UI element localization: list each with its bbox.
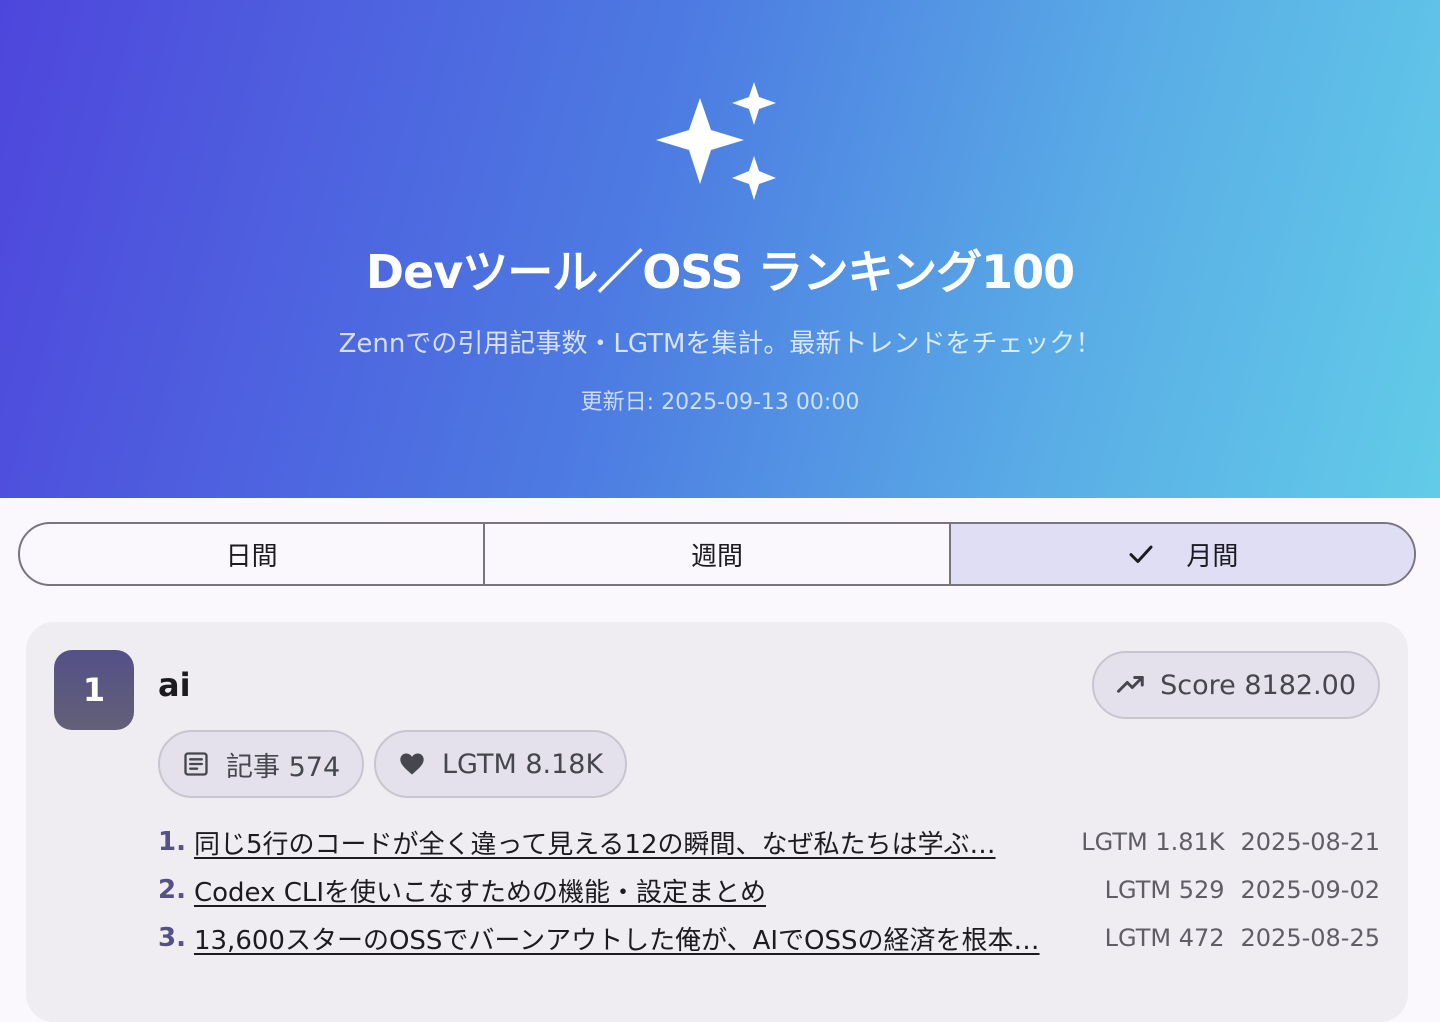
- tab-monthly[interactable]: 月間: [950, 524, 1414, 584]
- article-date: 2025-09-02: [1240, 876, 1380, 904]
- tag-name[interactable]: ai: [158, 662, 191, 708]
- article-lgtm: LGTM 472: [1104, 924, 1225, 952]
- score-chip: Score 8182.00: [1092, 651, 1380, 719]
- updated-date: 更新日: 2025-09-13 00:00: [580, 390, 860, 415]
- article-rank: 2.: [158, 875, 186, 905]
- list-item: 2. Codex CLIを使いこなすための機能・設定まとめ LGTM 529 2…: [158, 866, 1380, 914]
- list-item: 3. 13,600スターのOSSでバーンアウトした俺が、AIでOSSの経済を根本…: [158, 914, 1380, 962]
- article-link[interactable]: 13,600スターのOSSでバーンアウトした俺が、AIでOSSの経済を根本…: [194, 920, 1040, 957]
- articles-count: 記事 574: [226, 751, 341, 783]
- period-tabs: 日間 週間 月間: [18, 522, 1416, 586]
- rank-badge: 1: [54, 650, 134, 730]
- article-link[interactable]: Codex CLIを使いこなすための機能・設定まとめ: [194, 872, 766, 909]
- article-lgtm: LGTM 1.81K: [1081, 828, 1225, 856]
- ranking-card[interactable]: 1 ai Score 8182.00 記事 574 LGTM 8.18K 1. …: [26, 622, 1408, 1022]
- hero-banner: Devツール／OSS ランキング100 Zennでの引用記事数・LGTMを集計。…: [0, 0, 1440, 498]
- score-value: Score 8182.00: [1160, 669, 1356, 701]
- article-rank: 3.: [158, 923, 186, 953]
- article-link[interactable]: 同じ5行のコードが全く違って見える12の瞬間、なぜ私たちは学ぶ…: [194, 824, 996, 861]
- tab-weekly-label: 週間: [690, 541, 743, 572]
- page-title: Devツール／OSS ランキング100: [365, 245, 1075, 299]
- lgtm-chip: LGTM 8.18K: [374, 730, 628, 798]
- sparkles-icon: [656, 82, 776, 200]
- tab-weekly[interactable]: 週間: [485, 524, 951, 584]
- lgtm-count: LGTM 8.18K: [442, 748, 604, 780]
- check-icon: [1129, 545, 1153, 563]
- trending-up-icon: [1117, 676, 1144, 693]
- tab-daily-label: 日間: [225, 541, 278, 572]
- heart-icon: [400, 753, 424, 775]
- tab-monthly-label: 月間: [1186, 541, 1239, 572]
- articles-chip: 記事 574: [158, 730, 365, 798]
- page-subtitle: Zennでの引用記事数・LGTMを集計。最新トレンドをチェック！: [338, 329, 1102, 359]
- article-date: 2025-08-25: [1240, 924, 1380, 952]
- article-icon: [184, 752, 208, 776]
- article-rank: 1.: [158, 827, 186, 857]
- list-item: 1. 同じ5行のコードが全く違って見える12の瞬間、なぜ私たちは学ぶ… LGTM…: [158, 818, 1380, 866]
- article-date: 2025-08-21: [1240, 828, 1380, 856]
- article-lgtm: LGTM 529: [1104, 876, 1225, 904]
- tab-daily[interactable]: 日間: [20, 524, 486, 584]
- article-list: 1. 同じ5行のコードが全く違って見える12の瞬間、なぜ私たちは学ぶ… LGTM…: [158, 818, 1380, 962]
